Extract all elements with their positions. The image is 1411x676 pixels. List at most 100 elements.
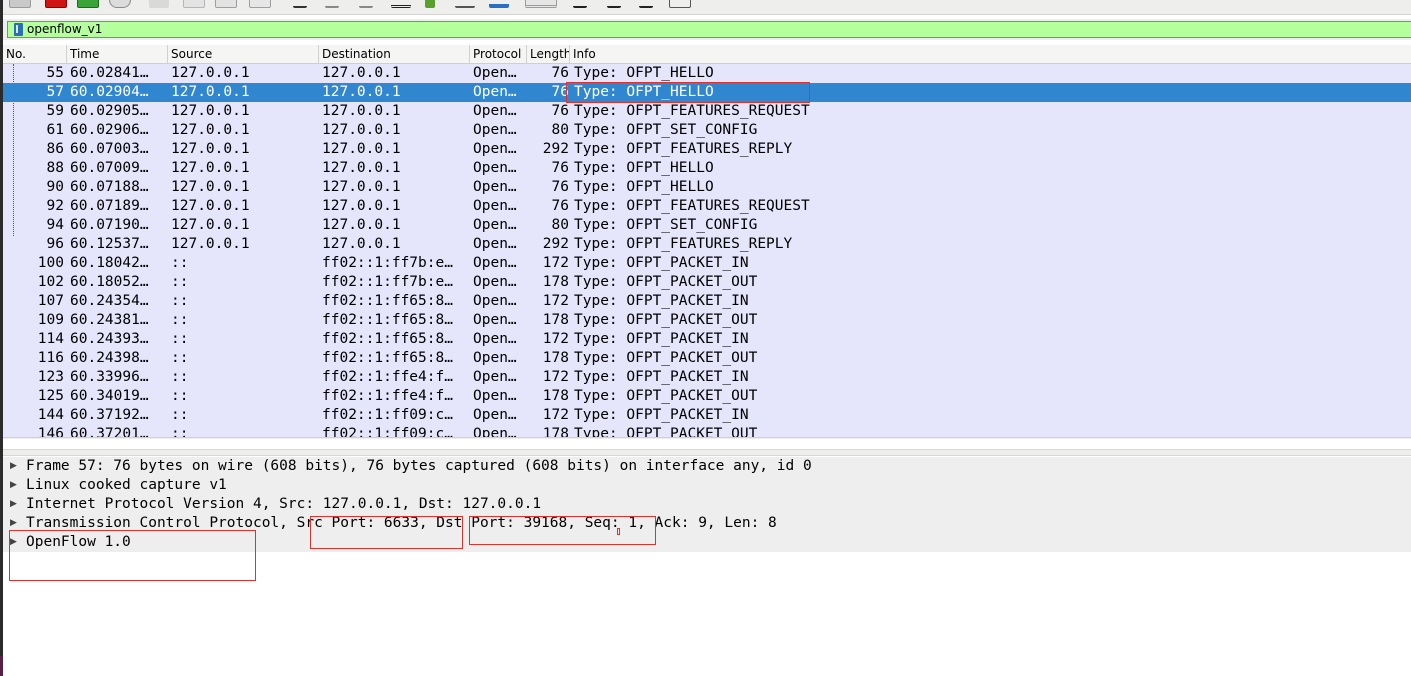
detail-tree-item[interactable]: ▶ OpenFlow 1.0 [3, 533, 1411, 552]
column-header-time[interactable]: Time [67, 45, 168, 63]
detail-tree-label: Internet Protocol Version 4, Src: 127.0.… [26, 496, 542, 512]
column-header-protocol[interactable]: Protocol [470, 45, 527, 63]
row-no: 144 [37, 407, 64, 423]
packet-row[interactable]: 114 60.24393…:: ff02::1:ff65:8… Open… 172 Typ… [3, 330, 1411, 349]
row-protocol: Open… [473, 65, 517, 81]
row-source: :: [171, 407, 189, 423]
packet-list[interactable]: No. Time Source Destination Protocol Len… [3, 45, 1411, 439]
zoom-in-icon[interactable] [573, 0, 587, 8]
packet-details-tree[interactable]: ▶ Frame 57: 76 bytes on wire (608 bits), … [3, 457, 1411, 676]
row-info: Type: OFPT_PACKET_IN [574, 255, 749, 271]
detail-tree-item[interactable]: ▶ Frame 57: 76 bytes on wire (608 bits), … [3, 457, 1411, 476]
row-info: Type: OFPT_FEATURES_REQUEST [574, 198, 810, 214]
packet-row[interactable]: 96 60.12537… 127.0.0.1 127.0.0.1 Open… 292 Typ… [3, 235, 1411, 254]
column-header-no[interactable]: No. [3, 45, 67, 63]
row-no: 114 [37, 331, 64, 347]
filter-bookmark-icon[interactable] [14, 23, 23, 36]
row-destination: 127.0.0.1 [322, 122, 401, 138]
expand-arrow-icon[interactable]: ▶ [10, 457, 17, 476]
row-info: Type: OFPT_FEATURES_REPLY [574, 141, 793, 157]
row-no: 86 [46, 141, 64, 157]
packet-row[interactable]: 86 60.07003… 127.0.0.1 127.0.0.1 Open… 292 Typ… [3, 140, 1411, 159]
find-packet-icon[interactable] [293, 0, 307, 8]
expand-arrow-icon[interactable]: ▶ [10, 533, 17, 552]
row-time: 60.37192… [70, 407, 149, 423]
detail-tree-item[interactable]: ▶ Transmission Control Protocol, Src Port… [3, 514, 1411, 533]
packet-row[interactable]: 107 60.24354…:: ff02::1:ff65:8… Open… 172 Typ… [3, 292, 1411, 311]
row-protocol: Open… [473, 84, 517, 100]
column-header-source[interactable]: Source [168, 45, 319, 63]
zoom-out-icon[interactable] [607, 0, 621, 8]
packet-row[interactable]: 61 60.02906… 127.0.0.1 127.0.0.1 Open… 80 Type… [3, 121, 1411, 140]
stop-capture-icon[interactable] [45, 0, 67, 8]
close-file-icon[interactable] [215, 0, 237, 8]
packet-row[interactable]: 90 60.07188… 127.0.0.1 127.0.0.1 Open… 76 Type… [3, 178, 1411, 197]
packet-row[interactable]: 116 60.24398…:: ff02::1:ff65:8… Open… 178 Typ… [3, 349, 1411, 368]
packet-row[interactable]: 125 60.34019…:: ff02::1:ffe4:f… Open… 178 Typ… [3, 387, 1411, 406]
expand-arrow-icon[interactable]: ▶ [10, 514, 17, 533]
go-to-packet-icon[interactable] [391, 0, 411, 8]
column-header-info[interactable]: Info [570, 45, 1411, 63]
row-no: 57 [46, 84, 64, 100]
display-filter-input[interactable]: openflow_v1 [7, 21, 1411, 38]
row-length: 76 [551, 65, 569, 81]
packet-row[interactable]: 59 60.02905… 127.0.0.1 127.0.0.1 Open… 76 Type… [3, 102, 1411, 121]
normal-size-icon[interactable] [639, 0, 653, 8]
packet-row[interactable]: 94 60.07190… 127.0.0.1 127.0.0.1 Open… 80 Type… [3, 216, 1411, 235]
autoscroll-icon[interactable] [489, 0, 509, 8]
reload-icon[interactable] [249, 0, 271, 8]
save-file-icon[interactable] [183, 0, 205, 8]
packet-row[interactable]: 144 60.37192…:: ff02::1:ff09:c… Open… 172 Typ… [3, 406, 1411, 425]
row-destination: ff02::1:ff65:8… [322, 350, 453, 366]
packet-row[interactable]: 55 60.02841… 127.0.0.1 127.0.0.1 Open… 76 Type… [3, 64, 1411, 83]
expand-arrow-icon[interactable]: ▶ [10, 495, 17, 514]
pane-splitter[interactable] [3, 449, 1411, 456]
packet-list-hscrollbar[interactable]: ◀ [3, 437, 1411, 439]
row-source: 127.0.0.1 [171, 236, 250, 252]
packet-row[interactable]: 100 60.18042…:: ff02::1:ff7b:e… Open… 172 Typ… [3, 254, 1411, 273]
row-protocol: Open… [473, 179, 517, 195]
row-source: 127.0.0.1 [171, 65, 250, 81]
open-file-icon[interactable] [149, 0, 169, 8]
colorize-icon[interactable] [525, 0, 557, 8]
row-no: 107 [37, 293, 64, 309]
packet-list-header: No. Time Source Destination Protocol Len… [3, 45, 1411, 64]
resize-columns-icon[interactable] [669, 0, 691, 8]
row-length: 172 [542, 331, 569, 347]
row-destination: 127.0.0.1 [322, 217, 401, 233]
expand-arrow-icon[interactable]: ▶ [10, 476, 17, 495]
row-no: 88 [46, 160, 64, 176]
row-source: 127.0.0.1 [171, 122, 250, 138]
row-destination: ff02::1:ffe4:f… [322, 388, 453, 404]
packet-row[interactable]: 123 60.33996…:: ff02::1:ffe4:f… Open… 172 Typ… [3, 368, 1411, 387]
last-packet-icon[interactable] [455, 0, 475, 8]
row-info: Type: OFPT_SET_CONFIG [574, 217, 758, 233]
capture-options-icon[interactable] [109, 0, 131, 8]
packet-row[interactable]: 88 60.07009… 127.0.0.1 127.0.0.1 Open… 76 Type… [3, 159, 1411, 178]
row-protocol: Open… [473, 293, 517, 309]
row-destination: ff02::1:ff7b:e… [322, 255, 453, 271]
row-time: 60.07189… [70, 198, 149, 214]
go-forward-icon[interactable] [359, 0, 373, 8]
row-time: 60.24381… [70, 312, 149, 328]
row-info: Type: OFPT_PACKET_OUT [574, 388, 758, 404]
row-source: 127.0.0.1 [171, 160, 250, 176]
row-no: 96 [46, 236, 64, 252]
start-capture-icon[interactable] [9, 0, 31, 8]
row-source: :: [171, 388, 189, 404]
row-protocol: Open… [473, 198, 517, 214]
restart-capture-icon[interactable] [77, 0, 99, 8]
detail-tree-item[interactable]: ▶ Linux cooked capture v1 [3, 476, 1411, 495]
scroll-left-arrow-icon[interactable]: ◀ [5, 438, 12, 439]
column-header-length[interactable]: Length [527, 45, 570, 63]
column-header-destination[interactable]: Destination [319, 45, 470, 63]
packet-row[interactable]: 92 60.07189… 127.0.0.1 127.0.0.1 Open… 76 Type… [3, 197, 1411, 216]
packet-row[interactable]: 102 60.18052…:: ff02::1:ff7b:e… Open… 178 Typ… [3, 273, 1411, 292]
row-protocol: Open… [473, 255, 517, 271]
packet-row[interactable]: 57 60.02904… 127.0.0.1 127.0.0.1 Open… 76 Type… [3, 83, 1411, 102]
display-filter-bar: openflow_v1 [3, 19, 1411, 40]
detail-tree-item[interactable]: ▶ Internet Protocol Version 4, Src: 127.0… [3, 495, 1411, 514]
go-back-icon[interactable] [325, 0, 339, 8]
packet-row[interactable]: 109 60.24381…:: ff02::1:ff65:8… Open… 178 Typ… [3, 311, 1411, 330]
first-packet-icon[interactable] [425, 0, 435, 8]
